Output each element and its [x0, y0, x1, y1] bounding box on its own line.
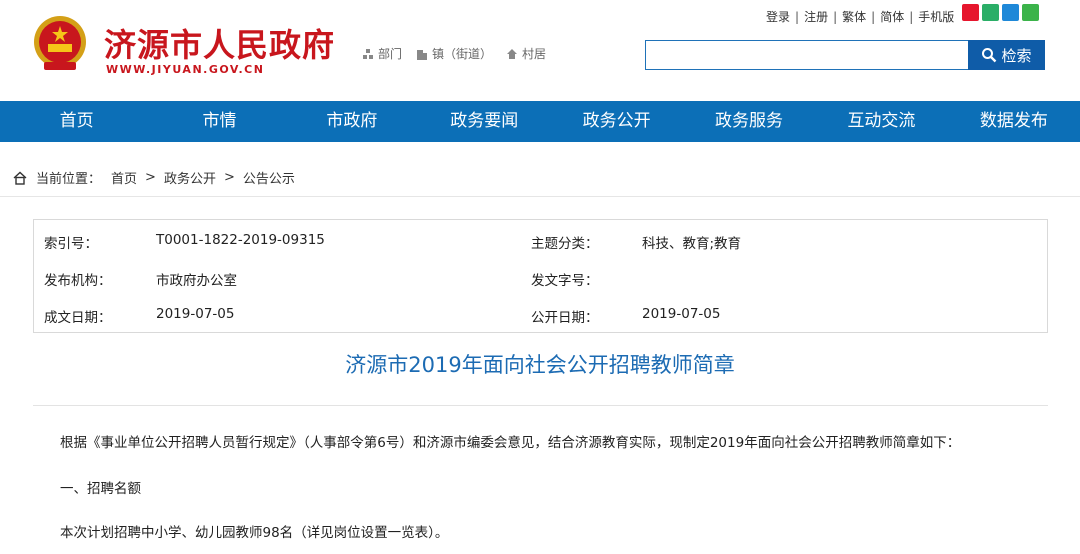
meta-publisher-label: 发布机构：: [44, 273, 112, 289]
separator: |: [795, 9, 800, 24]
meta-publisher-value: 市政府办公室: [156, 273, 237, 289]
meta-date-label: 成文日期：: [44, 310, 112, 326]
meta-topic-value: 科技、教育;教育: [642, 236, 742, 252]
login-link[interactable]: 登录: [766, 8, 790, 25]
search-button[interactable]: 检索: [968, 40, 1045, 70]
scope-link-town[interactable]: 镇（街道）: [416, 45, 492, 62]
breadcrumb-open-affairs[interactable]: 政务公开: [164, 168, 216, 187]
search-icon: [982, 48, 997, 63]
site-header: 济源市人民政府 WWW.JIYUAN.GOV.CN 部门 镇（街道） 村居 登录…: [0, 0, 1080, 101]
article-paragraph: 根据《事业单位公开招聘人员暂行规定》（人事部令第6号）和济源市编委会意见，结合济…: [60, 435, 961, 451]
breadcrumb-home[interactable]: 首页: [111, 168, 137, 187]
separator: |: [871, 9, 876, 24]
wechat-icon[interactable]: [982, 4, 999, 21]
nav-item-home[interactable]: 首页: [0, 101, 153, 142]
meta-topic-label: 主题分类：: [531, 236, 599, 252]
department-icon: [363, 48, 373, 59]
building-icon: [417, 49, 428, 60]
article-title: 济源市2019年面向社会公开招聘教师简章: [345, 353, 735, 377]
breadcrumb-separator: >: [145, 170, 156, 185]
site-domain: WWW.JIYUAN.GOV.CN: [106, 63, 265, 76]
nav-item-interaction[interactable]: 互动交流: [815, 101, 947, 142]
scope-link-village[interactable]: 村居: [506, 45, 546, 62]
separator: |: [833, 9, 838, 24]
house-icon: [507, 48, 518, 59]
nav-item-government[interactable]: 市政府: [286, 101, 418, 142]
breadcrumb-notices[interactable]: 公告公示: [243, 168, 295, 187]
breadcrumb: 当前位置： 首页 > 政务公开 > 公告公示: [12, 168, 295, 187]
article-paragraph: 本次计划招聘中小学、幼儿园教师98名（详见岗位设置一览表）。: [60, 525, 449, 541]
breadcrumb-separator: >: [223, 170, 235, 185]
mobile-app-icon[interactable]: [1002, 4, 1019, 21]
meta-publish-label: 公开日期：: [531, 310, 599, 326]
site-title[interactable]: 济源市人民政府: [104, 20, 335, 66]
scope-link-label: 部门: [378, 47, 403, 61]
main-nav: 首页 市情 市政府 政务要闻 政务公开 政务服务 互动交流 数据发布: [0, 101, 1080, 142]
breadcrumb-label: 当前位置：: [36, 172, 102, 187]
top-links: 登录 | 注册 | 繁体 | 简体 | 手机版: [766, 8, 954, 25]
social-links: [962, 4, 1039, 21]
weibo-icon[interactable]: [962, 4, 979, 21]
article-section-heading: 一、招聘名额: [60, 481, 141, 497]
document-meta-box: 索引号： T0001-1822-2019-09315 主题分类： 科技、教育;教…: [33, 219, 1048, 333]
accessibility-icon[interactable]: [1022, 4, 1039, 21]
meta-index-value: T0001-1822-2019-09315: [156, 232, 325, 248]
register-link[interactable]: 注册: [804, 8, 828, 25]
scope-link-label: 村居: [522, 47, 547, 61]
meta-publish-value: 2019-07-05: [642, 306, 721, 322]
nav-item-news[interactable]: 政务要闻: [418, 101, 550, 142]
nav-item-services[interactable]: 政务服务: [683, 101, 815, 142]
home-icon: [13, 171, 27, 185]
search-button-label: 检索: [1001, 46, 1032, 65]
separator: |: [909, 9, 914, 24]
nav-item-city-info[interactable]: 市情: [153, 101, 285, 142]
search-input[interactable]: [645, 40, 970, 70]
meta-date-value: 2019-07-05: [156, 306, 235, 322]
scope-link-label: 镇（街道）: [432, 47, 493, 61]
title-divider: [33, 405, 1048, 406]
breadcrumb-divider: [0, 196, 1080, 197]
traditional-chinese-link[interactable]: 繁体: [842, 8, 866, 25]
mobile-version-link[interactable]: 手机版: [918, 8, 954, 25]
simplified-chinese-link[interactable]: 简体: [880, 8, 904, 25]
nav-item-open-affairs[interactable]: 政务公开: [550, 101, 682, 142]
scope-links: 部门 镇（街道） 村居: [362, 45, 546, 62]
national-emblem-icon: [34, 16, 86, 70]
scope-link-department[interactable]: 部门: [362, 45, 402, 62]
meta-docno-label: 发文字号：: [531, 273, 599, 289]
nav-item-data[interactable]: 数据发布: [948, 101, 1080, 142]
meta-index-label: 索引号：: [44, 236, 98, 252]
